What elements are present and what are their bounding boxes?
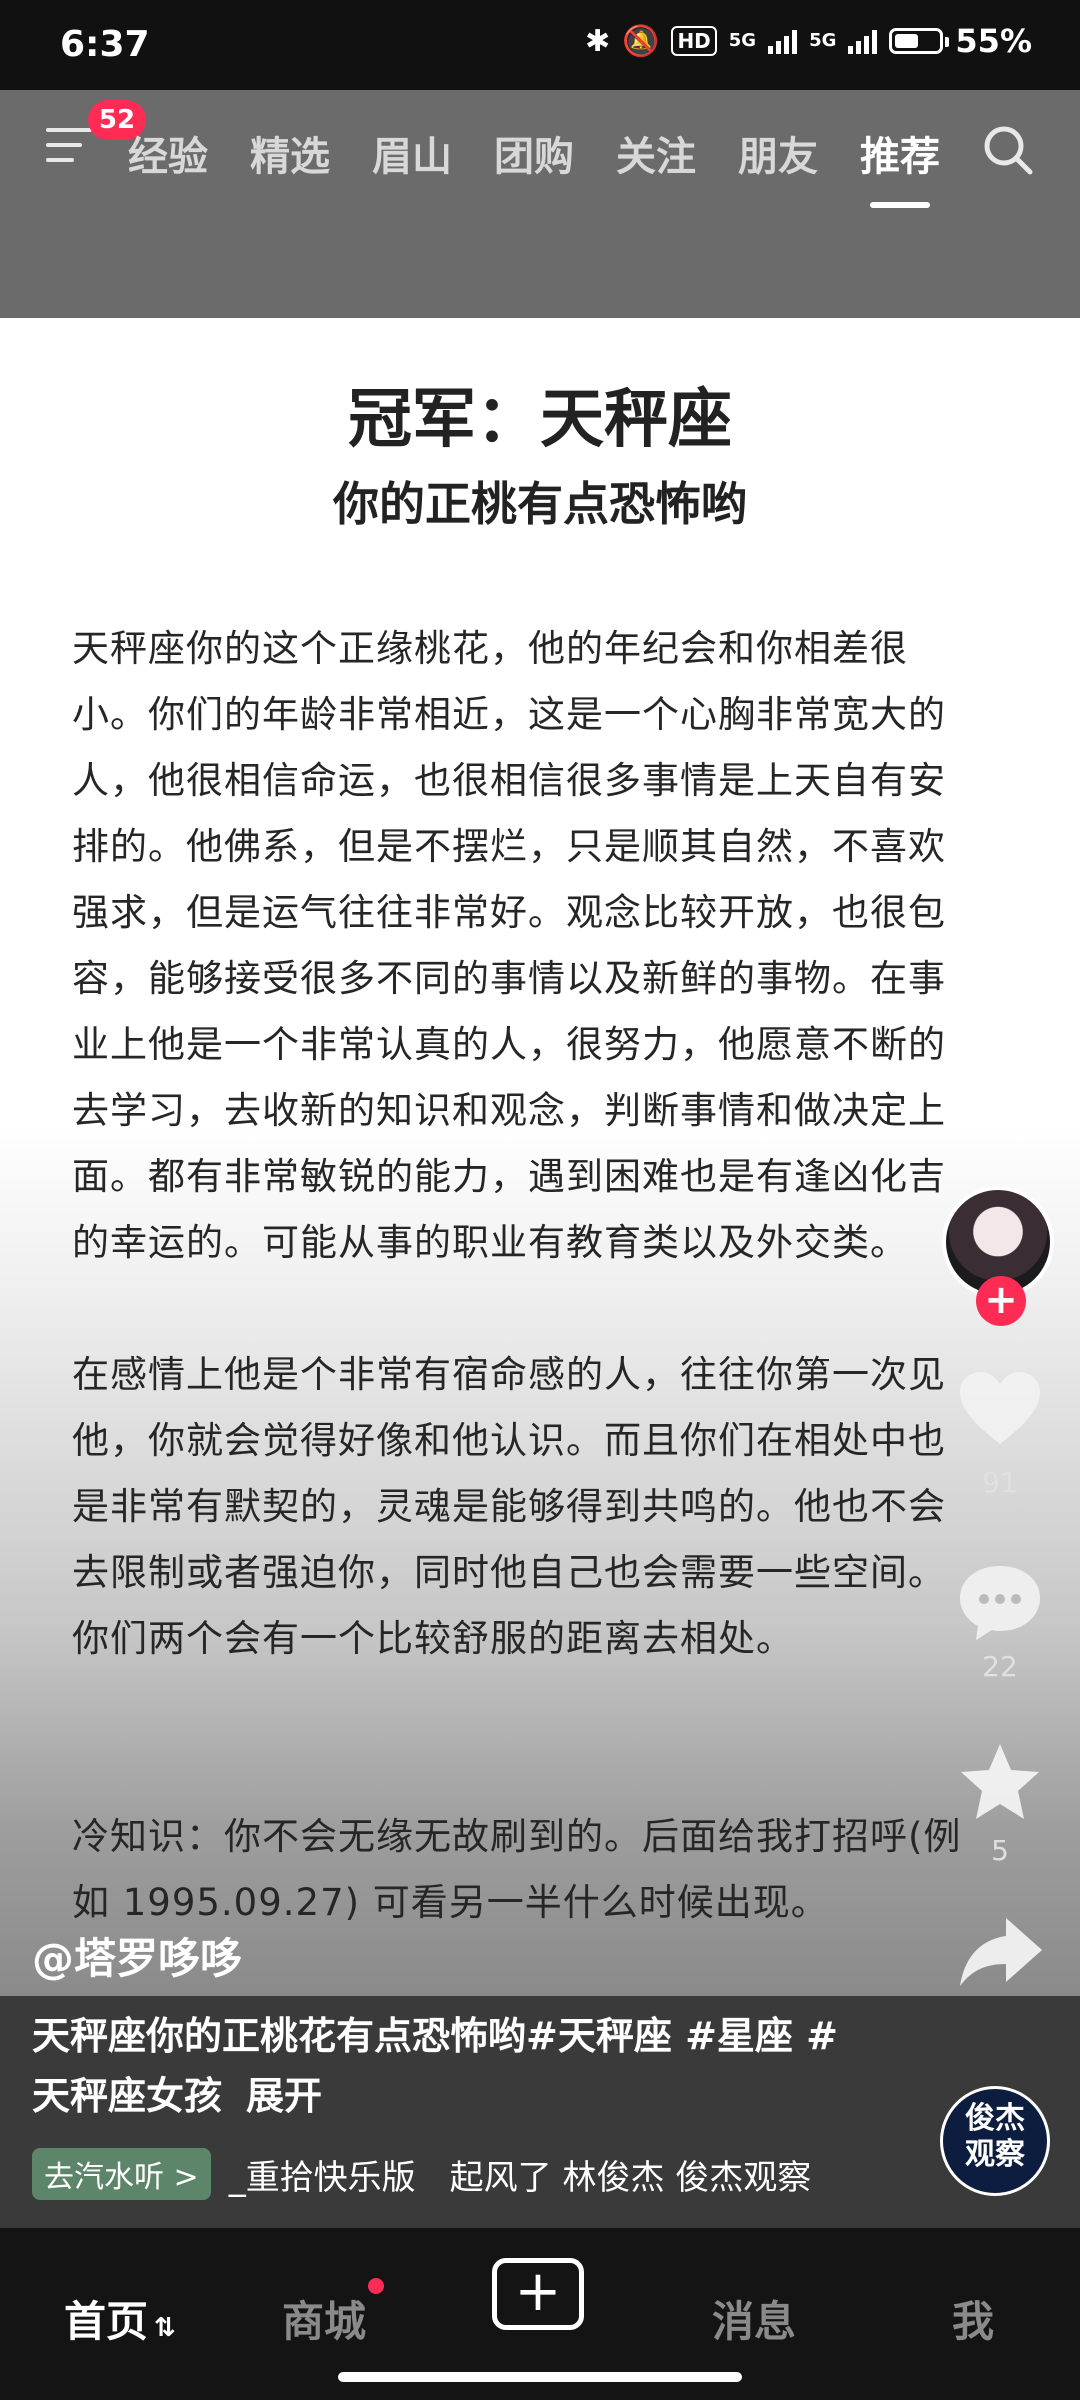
music-title: _重拾快乐版 起风了 林俊杰 俊杰观察 [228, 2157, 812, 2198]
tab-meishan[interactable]: 眉山 [372, 124, 452, 182]
tab-tuijian[interactable]: 推荐 [860, 124, 940, 208]
caption-text: 天秤座你的正桃花有点恐怖哟#天秤座 #星座 #天秤座女孩 [32, 2014, 838, 2118]
post-title: 冠军：天秤座 [348, 383, 732, 457]
favorite-star-icon[interactable] [952, 1736, 1048, 1832]
nav-home[interactable]: 首页 ⇅ [64, 2288, 176, 2349]
tab-pengyou[interactable]: 朋友 [738, 124, 818, 182]
battery-percent: 55% [955, 22, 1032, 60]
refresh-arrows-icon: ⇅ [154, 2313, 176, 2343]
status-time: 6:37 [60, 24, 150, 65]
tab-tuangou[interactable]: 团购 [494, 124, 574, 182]
home-indicator[interactable] [338, 2372, 742, 2382]
music-disc-line-2: 观察 [965, 2137, 1025, 2172]
caption-area: 天秤座你的正桃花有点恐怖哟#天秤座 #星座 #天秤座女孩 展开 去汽水听 > _重… [0, 1996, 1080, 2228]
music-disc[interactable]: 俊杰 观察 [940, 2086, 1050, 2196]
post-subtitle: 你的正桃有点恐怖哟 [333, 477, 747, 531]
music-disc-line-1: 俊杰 [965, 2101, 1025, 2136]
search-icon[interactable] [980, 122, 1036, 178]
tab-jingxuan[interactable]: 精选 [250, 124, 330, 182]
bluetooth-icon: ✱ [584, 23, 611, 59]
comment-count: 22 [982, 1650, 1018, 1683]
follow-plus-icon[interactable]: + [976, 1276, 1026, 1326]
share-arrow-icon[interactable] [952, 1904, 1048, 2000]
battery-fill [895, 34, 919, 48]
post-paragraph-3: 冷知识：你不会无缘无故刷到的。后面给我打招呼(例如 1995.09.27) 可看… [72, 1815, 962, 1924]
signal-icon-2 [848, 28, 878, 54]
network-label-b: 5G [809, 30, 837, 51]
collapse-icon [1038, 1030, 1072, 1060]
expand-button[interactable]: 展开 [246, 2074, 322, 2118]
create-plus-button[interactable]: + [492, 2258, 584, 2330]
tab-jingyan[interactable]: 经验 [128, 124, 208, 182]
status-bar: 6:37 ✱ 🔕 HD 5G 5G 55% [0, 0, 1080, 90]
nav-messages[interactable]: 消息 [712, 2288, 796, 2349]
top-nav: 52 经验 精选 眉山 团购 关注 朋友 推荐 [0, 90, 1080, 318]
menu-icon[interactable] [46, 128, 92, 168]
tab-guanzhu[interactable]: 关注 [616, 124, 696, 182]
author-handle[interactable]: @塔罗哆哆 [32, 1925, 242, 1986]
status-icons: ✱ 🔕 HD 5G 5G 55% [585, 22, 1032, 60]
collapse-button[interactable] [1010, 1010, 1080, 1080]
nav-mall[interactable]: 商城 [282, 2288, 366, 2349]
hd-icon: HD [671, 26, 717, 56]
like-count: 91 [982, 1466, 1018, 1499]
battery-icon [889, 28, 950, 54]
mall-dot-badge [368, 2278, 384, 2294]
post-content[interactable]: 冠军：天秤座 你的正桃有点恐怖哟 天秤座你的这个正缘桃花，他的年纪会和你相差很小… [0, 318, 1080, 1996]
nav-me[interactable]: 我 [952, 2288, 994, 2349]
music-row[interactable]: 去汽水听 > _重拾快乐版 起风了 林俊杰 俊杰观察 [32, 2148, 811, 2200]
signal-icon [768, 28, 798, 54]
post-paragraph-2: 在感情上他是个非常有宿命感的人，往往你第一次见他，你就会觉得好像和他认识。而且你… [72, 1353, 946, 1660]
feed-tabs: 经验 精选 眉山 团购 关注 朋友 推荐 [128, 124, 982, 208]
network-label-a: 5G [728, 30, 757, 51]
nav-home-label: 首页 [64, 2297, 149, 2346]
favorite-count: 5 [991, 1834, 1009, 1867]
comment-icon[interactable] [952, 1552, 1048, 1648]
listen-on-qishui-button[interactable]: 去汽水听 > [32, 2148, 211, 2200]
like-heart-icon[interactable] [952, 1360, 1048, 1456]
post-paragraph-1: 天秤座你的这个正缘桃花，他的年纪会和你相差很小。你们的年龄非常相近，这是一个心胸… [72, 627, 946, 1264]
mute-bell-icon: 🔕 [622, 23, 660, 59]
video-caption[interactable]: 天秤座你的正桃花有点恐怖哟#天秤座 #星座 #天秤座女孩 展开 [32, 2006, 872, 2126]
